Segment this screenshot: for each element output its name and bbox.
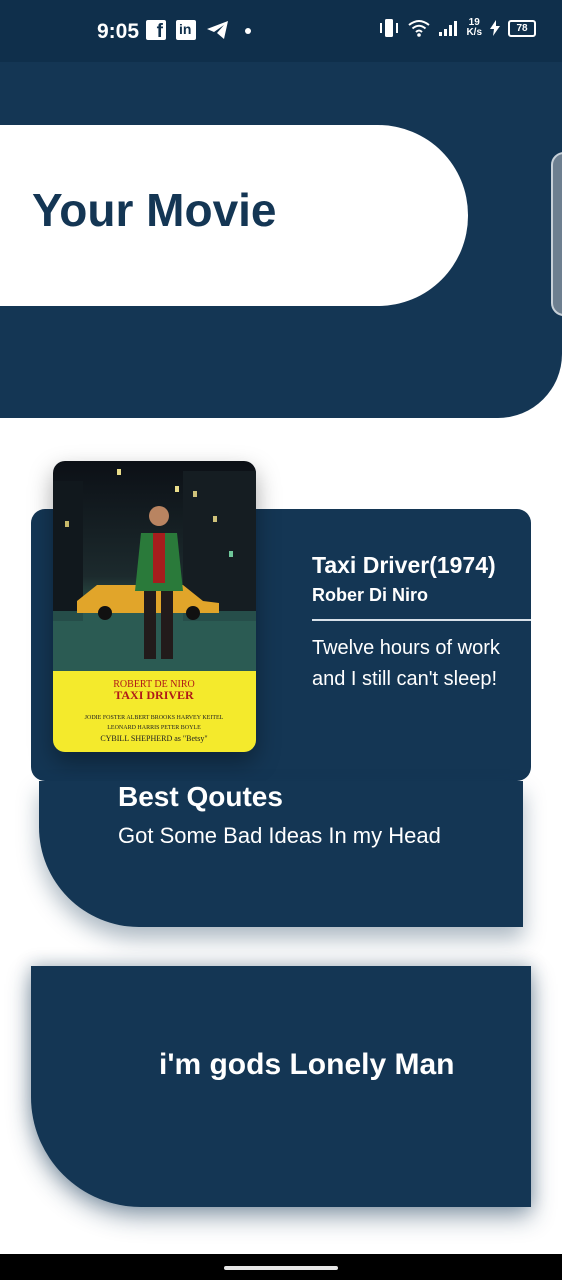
best-quotes-card[interactable]: Best Qoutes Got Some Bad Ideas In my Hea…	[39, 781, 523, 927]
net-speed: 19 K/s	[466, 18, 482, 38]
battery-indicator: 78	[508, 19, 536, 37]
wifi-icon	[408, 20, 431, 37]
lonely-man-text: i'm gods Lonely Man	[159, 1048, 455, 1081]
nav-bar	[0, 1254, 562, 1280]
movie-title: Taxi Driver(1974)	[312, 552, 496, 578]
lonely-man-card[interactable]: i'm gods Lonely Man	[31, 966, 531, 1207]
status-right: 19 K/s 78	[378, 18, 536, 38]
poster-title-text: TAXI DRIVER	[114, 688, 194, 702]
poster-credits-2: LEONARD HARRIS PETER BOYLE	[107, 725, 201, 731]
signal-icon	[439, 21, 458, 36]
movie-poster-image: ROBERT DE NIRO TAXI DRIVER JODIE FOSTER …	[53, 461, 256, 752]
poster-credits-1: JODIE FOSTER ALBERT BROOKS HARVEY KEITEL	[85, 715, 224, 721]
telegram-icon	[206, 20, 230, 45]
header: Your Movie	[0, 62, 562, 418]
best-quotes-title: Best Qoutes	[118, 781, 283, 812]
charging-icon	[490, 20, 500, 36]
vibrate-icon	[380, 19, 399, 37]
best-quotes-text: Got Some Bad Ideas In my Head	[118, 823, 441, 848]
divider	[312, 619, 531, 621]
page-title: Your Movie	[32, 184, 277, 236]
home-indicator[interactable]	[224, 1266, 338, 1270]
linkedin-icon	[176, 20, 196, 40]
movie-poster[interactable]: ROBERT DE NIRO TAXI DRIVER JODIE FOSTER …	[53, 461, 256, 752]
movie-actor: Rober Di Niro	[312, 585, 429, 605]
net-speed-unit: K/s	[466, 27, 482, 38]
header-title-pill: Your Movie	[0, 125, 468, 306]
status-time: 9:05	[97, 20, 140, 43]
dot-icon	[245, 28, 251, 34]
side-drawer-handle[interactable]	[551, 152, 562, 316]
poster-credits-3: CYBILL SHEPHERD as "Betsy"	[100, 734, 207, 743]
status-bar: 9:05 19 K/s 78	[0, 0, 562, 62]
facebook-icon	[146, 20, 166, 43]
movie-quote: Twelve hours of work and I still can't s…	[312, 637, 500, 690]
